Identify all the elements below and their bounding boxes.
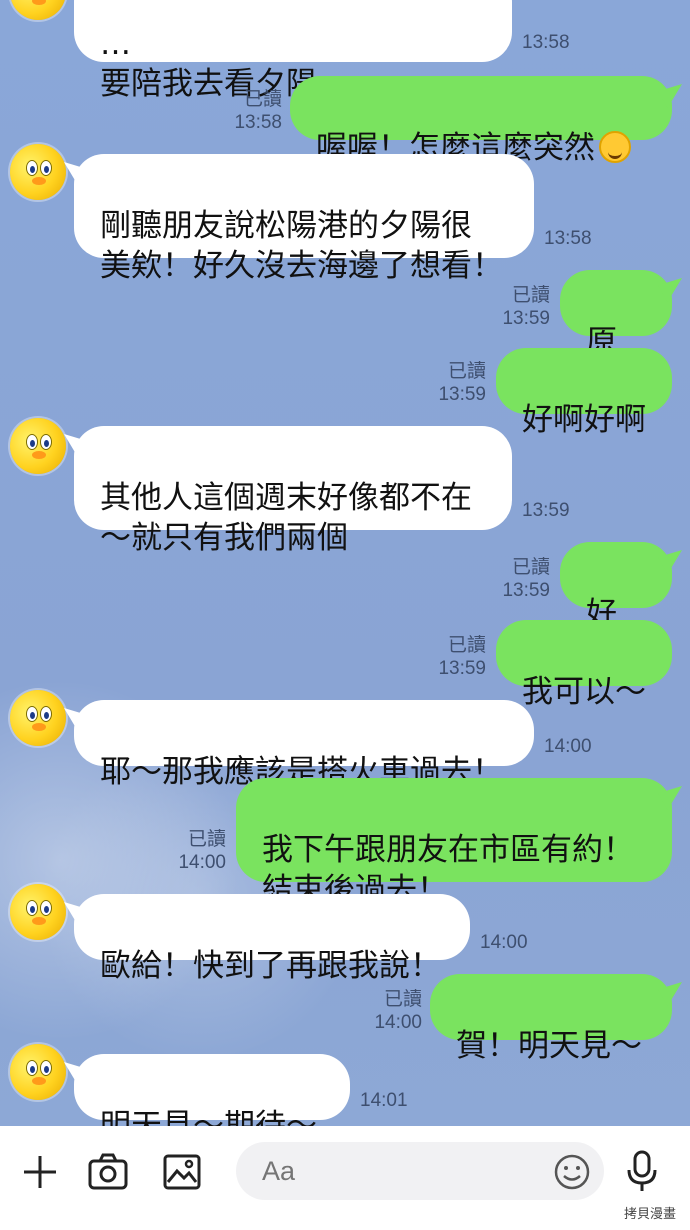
message-time: 14:00 <box>374 1012 422 1033</box>
message-meta: 已讀 13:59 <box>404 360 486 406</box>
camera-icon[interactable] <box>86 1150 130 1194</box>
message-bubble[interactable]: 好啊好啊 <box>496 348 672 438</box>
chat-area[interactable]: … 要陪我去看夕陽～ 13:58 已讀 13:58 喔喔！怎麼這麼突然 剛聽朋友… <box>0 0 690 1144</box>
message-bubble[interactable]: 我下午跟朋友在市區有約！ 結束後過去！ <box>236 778 672 908</box>
avatar[interactable] <box>10 690 66 746</box>
plus-icon[interactable] <box>18 1150 62 1194</box>
message-time: 13:59 <box>502 308 550 329</box>
avatar[interactable] <box>10 144 66 200</box>
message-time: 13:59 <box>438 384 486 405</box>
message-text: 剛聽朋友說松陽港的夕陽很 美欸！好久沒去海邊了想看！ <box>100 208 503 284</box>
message-time: 13:58 <box>522 32 570 53</box>
read-receipt: 已讀 <box>447 635 486 656</box>
read-receipt: 已讀 <box>383 989 422 1010</box>
message-bubble[interactable]: 我可以～ <box>496 620 672 710</box>
message-bubble[interactable]: 剛聽朋友說松陽港的夕陽很 美欸！好久沒去海邊了想看！ <box>74 154 534 284</box>
message-meta: 已讀 13:59 <box>468 284 550 330</box>
avatar[interactable] <box>10 0 66 20</box>
message-meta: 已讀 13:58 <box>200 88 282 134</box>
message-bubble[interactable]: 耶～那我應該是搭火車過去！ <box>74 700 534 790</box>
message-bubble[interactable]: 好啊 <box>560 542 672 672</box>
read-receipt: 已讀 <box>511 285 550 306</box>
message-text: 賀！明天見～ <box>456 1028 642 1064</box>
message-time: 13:59 <box>522 500 570 521</box>
avatar[interactable] <box>10 884 66 940</box>
message-time: 13:58 <box>544 228 592 249</box>
message-time: 13:58 <box>234 112 282 133</box>
message-time: 14:00 <box>480 932 528 953</box>
message-bubble[interactable]: 歐給！快到了再跟我說！ <box>74 894 470 984</box>
message-text: 好啊好啊 <box>522 402 646 438</box>
message-time: 13:59 <box>502 580 550 601</box>
message-bubble[interactable]: 喔喔！怎麼這麼突然 <box>290 76 672 166</box>
rofl-emoji-icon <box>599 131 631 163</box>
message-time: 14:01 <box>360 1090 408 1111</box>
microphone-icon[interactable] <box>620 1150 664 1194</box>
read-receipt: 已讀 <box>243 89 282 110</box>
avatar[interactable] <box>10 418 66 474</box>
message-text: 我可以～ <box>522 674 646 710</box>
message-text: 其他人這個週末好像都不在 ～就只有我們兩個 <box>100 480 472 556</box>
read-receipt: 已讀 <box>447 361 486 382</box>
message-bubble[interactable]: 明天見～期待～ <box>74 1054 350 1144</box>
message-time: 14:00 <box>544 736 592 757</box>
image-icon[interactable] <box>160 1150 204 1194</box>
read-receipt: 已讀 <box>187 829 226 850</box>
message-bubble[interactable]: 賀！明天見～ <box>430 974 672 1064</box>
message-meta: 已讀 14:00 <box>144 828 226 874</box>
read-receipt: 已讀 <box>511 557 550 578</box>
message-text: 歐給！快到了再跟我說！ <box>100 948 441 984</box>
message-bubble[interactable]: 其他人這個週末好像都不在 ～就只有我們兩個 <box>74 426 512 556</box>
watermark-text: 拷貝漫畫 <box>624 1207 677 1222</box>
message-meta: 已讀 13:59 <box>404 634 486 680</box>
message-time: 13:59 <box>438 658 486 679</box>
message-meta: 已讀 13:59 <box>468 556 550 602</box>
chat-screen: … 要陪我去看夕陽～ 13:58 已讀 13:58 喔喔！怎麼這麼突然 剛聽朋友… <box>0 0 690 1230</box>
message-bubble[interactable]: 原來 <box>560 270 672 400</box>
message-time: 14:00 <box>178 852 226 873</box>
message-meta: 已讀 14:00 <box>340 988 422 1034</box>
avatar[interactable] <box>10 1044 66 1100</box>
message-bubble[interactable]: … 要陪我去看夕陽～ <box>74 0 512 102</box>
emoji-icon[interactable] <box>550 1150 594 1194</box>
message-input[interactable] <box>236 1142 604 1200</box>
